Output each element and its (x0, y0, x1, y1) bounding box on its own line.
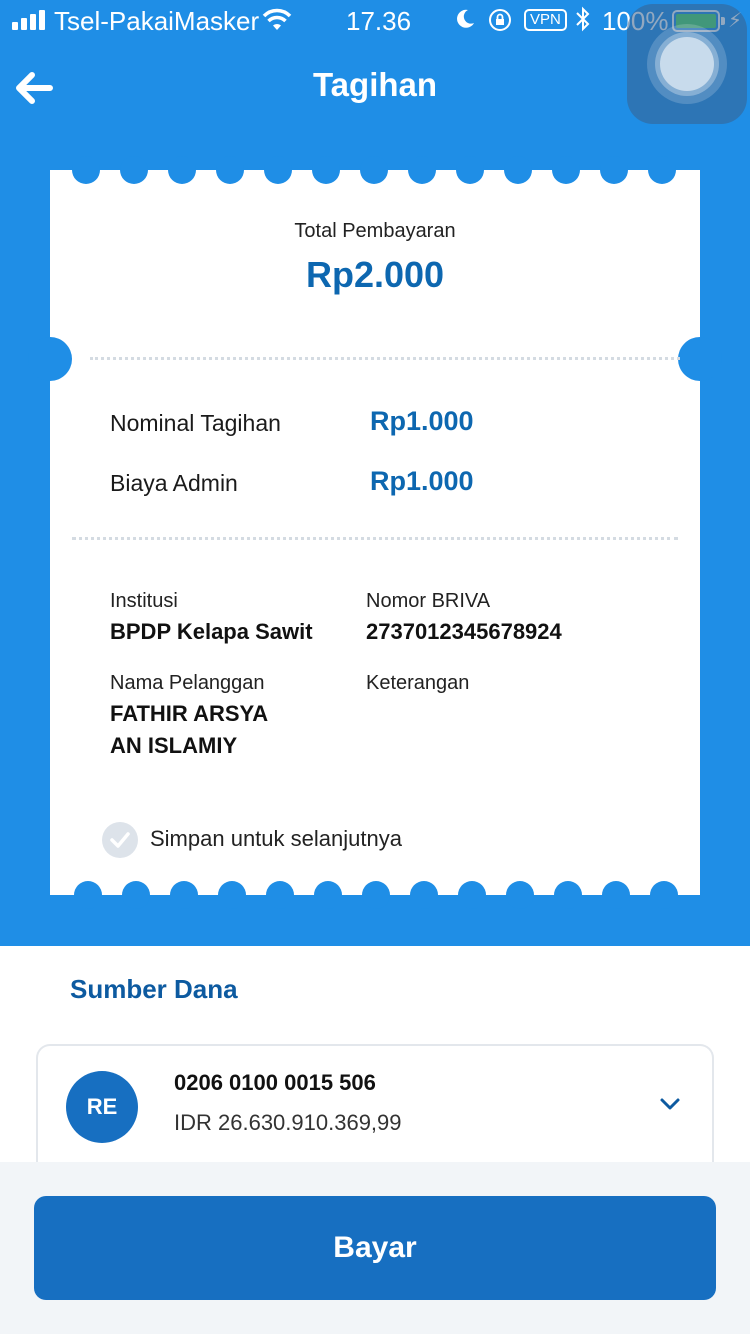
admin-fee-label: Biaya Admin (110, 470, 238, 496)
account-selector[interactable]: RE 0206 0100 0015 506 IDR 26.630.910.369… (36, 1044, 714, 1162)
note-label: Keterangan (366, 672, 470, 694)
institution-label: Institusi (110, 590, 178, 612)
vpn-badge: VPN (524, 9, 567, 31)
rotation-lock-icon (489, 9, 511, 31)
customer-name-line1: FATHIR ARSYA (110, 701, 269, 726)
briva-number-label: Nomor BRIVA (366, 590, 491, 612)
funding-source-title: Sumber Dana (70, 974, 238, 1004)
bill-amount-value: Rp1.000 (370, 406, 474, 436)
save-for-later-label[interactable]: Simpan untuk selanjutnya (150, 826, 402, 852)
moon-icon (457, 9, 474, 28)
bill-ticket: Total Pembayaran Rp2.000 Nominal Tagihan… (28, 156, 722, 909)
total-payment-label: Total Pembayaran (294, 220, 456, 242)
assistive-touch-button[interactable] (627, 4, 747, 124)
pay-button[interactable]: Bayar (34, 1196, 716, 1300)
institution-value: BPDP Kelapa Sawit (110, 619, 313, 644)
bill-amount-label: Nominal Tagihan (110, 410, 281, 436)
funding-source-section: Sumber Dana RE 0206 0100 0015 506 IDR 26… (0, 946, 750, 1162)
account-avatar: RE (66, 1071, 138, 1143)
signal-icon (12, 10, 50, 30)
briva-number-value: 2737012345678924 (366, 619, 562, 644)
carrier-name: Tsel-PakaiMasker (54, 6, 260, 36)
account-number: 0206 0100 0015 506 (174, 1070, 376, 1095)
bluetooth-icon (576, 6, 590, 32)
wifi-icon (262, 8, 292, 30)
account-balance: IDR 26.630.910.369,99 (174, 1110, 402, 1135)
customer-name-label: Nama Pelanggan (110, 672, 265, 694)
check-icon (110, 832, 130, 848)
admin-fee-value: Rp1.000 (370, 466, 474, 496)
save-checkbox[interactable] (102, 822, 138, 858)
header-background: Tsel-PakaiMasker 17.36 VPN 100% ⚡ Tagiha… (0, 0, 750, 948)
customer-name-line2: AN ISLAMIY (110, 733, 238, 758)
chevron-down-icon[interactable] (658, 1092, 682, 1116)
total-payment-value: Rp2.000 (305, 254, 445, 295)
clock: 17.36 (346, 6, 412, 36)
